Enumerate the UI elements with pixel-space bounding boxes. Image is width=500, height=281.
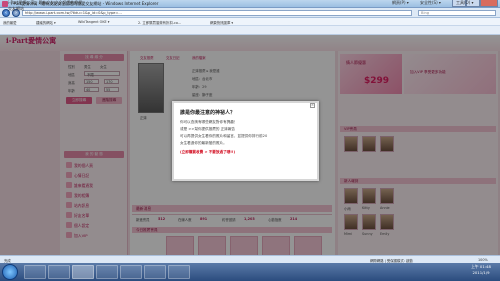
dialog-line: 你可以查詢有哪些網友對你有興趣！ (180, 120, 238, 124)
status-text: 完成 (4, 258, 11, 263)
taskbar-app-folder[interactable] (96, 265, 118, 279)
dialog-cta-link[interactable]: (立即購買收費 > 不要放過了哦!!) (180, 150, 235, 155)
taskbar-app-explorer[interactable] (24, 265, 46, 279)
toolbar-tools[interactable]: 工具(O) ▾ (456, 0, 474, 6)
dialog-line: 女生看過你的最新發的照片。 (180, 141, 227, 145)
security-zone[interactable]: 網際網路 | 受保護模式: 啟動 (370, 258, 413, 263)
toolbar-page[interactable]: 網頁(P) ▾ (392, 0, 409, 6)
toolbar-safety[interactable]: 安全性(S) ▾ (420, 0, 441, 6)
search-input[interactable]: Bing (418, 10, 496, 16)
favorites-bar: 我的最愛 建議的網站 ▾ WikiTangent OKE ▾ 2. 立即購買運費… (0, 18, 500, 26)
tab-current[interactable]: i-Part愛情公寓 - 最有交友安全認證的戀愛交友網站 (8, 0, 84, 12)
close-icon[interactable]: × (310, 103, 315, 108)
taskbar-app-other[interactable] (144, 265, 166, 279)
dialog-line: 可以再提供女生看你的照片和留言，並提供你排行前20 (180, 134, 268, 138)
fav-item[interactable]: 建議的網站 ▾ (36, 20, 56, 25)
fav-item[interactable]: 網頁快訊圖庫 ▾ (210, 20, 233, 25)
fav-item[interactable]: WikiTangent OKE ▾ (78, 20, 109, 24)
close-window-button[interactable] (480, 0, 498, 7)
dialog-title: 誰是你最注意的神祕人？ (180, 110, 236, 116)
start-button[interactable] (2, 264, 18, 280)
fav-item[interactable]: 2. 立即購買運費有折扣-co... (138, 20, 181, 25)
taskbar-app-skype[interactable] (120, 265, 142, 279)
taskbar-app-media[interactable] (48, 265, 70, 279)
status-bar: 完成 網際網路 | 受保護模式: 啟動 100% (0, 255, 500, 263)
taskbar-app-ie[interactable] (72, 265, 94, 279)
clock-date: 2011/1/9 (472, 270, 490, 275)
system-clock[interactable]: 上午 01:48 2011/1/9 (466, 264, 496, 276)
zoom-level[interactable]: 100% (478, 258, 488, 262)
favorites-button[interactable]: 我的最愛 (3, 20, 17, 25)
taskbar-app-other[interactable] (168, 265, 190, 279)
dialog-line[interactable]: 或是 >>幫你提供推薦的 正妹報告 (180, 127, 235, 132)
tab-bar (0, 26, 500, 35)
